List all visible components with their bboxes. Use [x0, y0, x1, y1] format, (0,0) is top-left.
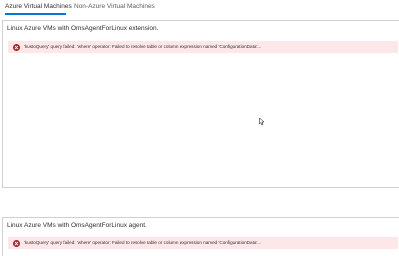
error-circle-icon — [13, 239, 20, 247]
tab-non-azure-virtual-machines[interactable]: Non-Azure Virtual Machines — [74, 3, 155, 10]
tab-azure-virtual-machines[interactable]: Azure Virtual Machines — [5, 3, 72, 10]
mouse-cursor-icon — [259, 117, 264, 126]
error-message-text: 'kustoQuery' query failed: 'where' opera… — [24, 44, 262, 49]
error-message-text: 'kustoQuery' query failed: 'where' opera… — [24, 240, 262, 245]
tab-bar: Azure Virtual Machines Non-Azure Virtual… — [0, 0, 399, 17]
linux-agent-panel: Linux Azure VMs with OmsAgentForLinux ag… — [2, 217, 399, 256]
error-message-bar: 'kustoQuery' query failed: 'where' opera… — [8, 41, 398, 53]
panel-title: Linux Azure VMs with OmsAgentForLinux ag… — [7, 222, 147, 229]
error-circle-icon — [13, 43, 20, 51]
panel-title: Linux Azure VMs with OmsAgentForLinux ex… — [7, 25, 159, 32]
active-tab-indicator — [5, 13, 66, 15]
linux-extension-panel: Linux Azure VMs with OmsAgentForLinux ex… — [2, 20, 399, 188]
error-message-bar: 'kustoQuery' query failed: 'where' opera… — [8, 237, 398, 249]
